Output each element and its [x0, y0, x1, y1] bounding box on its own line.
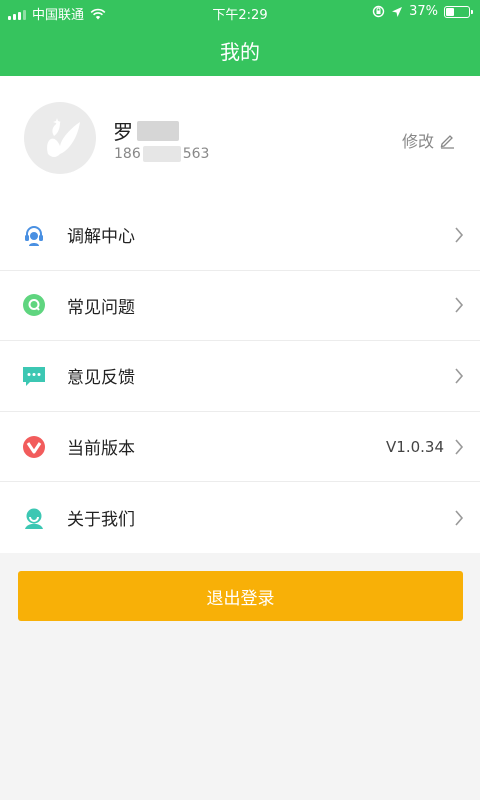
- chat-icon: [23, 366, 45, 386]
- about-icon: [25, 508, 43, 529]
- menu-item-feedback[interactable]: 意见反馈: [0, 341, 480, 412]
- app-header: 中国联通 下午2:29 37% 我的: [0, 0, 480, 76]
- masked-phone: [142, 146, 181, 162]
- version-icon: [23, 435, 45, 458]
- chevron-right-icon: [455, 297, 464, 313]
- logout-button[interactable]: 退出登录: [18, 571, 463, 621]
- leaf-logo-icon: [47, 118, 80, 157]
- menu-item-mediation-center[interactable]: 调解中心: [0, 200, 480, 271]
- version-value: V1.0.34: [386, 437, 444, 456]
- rotation-lock-icon: [372, 5, 385, 18]
- chevron-right-icon: [455, 510, 464, 526]
- battery-icon: [444, 5, 473, 18]
- question-icon: [23, 294, 45, 317]
- avatar[interactable]: [24, 102, 96, 174]
- pencil-icon: [440, 135, 454, 149]
- user-name: 罗: [113, 116, 179, 145]
- headset-icon: [25, 225, 43, 246]
- chevron-right-icon: [455, 439, 464, 455]
- menu-item-version[interactable]: 当前版本 V1.0.34: [0, 412, 480, 483]
- battery-percent: 37%: [409, 4, 438, 19]
- chevron-right-icon: [455, 227, 464, 243]
- location-icon: [392, 6, 403, 17]
- menu-item-faq[interactable]: 常见问题: [0, 271, 480, 342]
- edit-label: 修改: [401, 132, 434, 151]
- page-title: 我的: [220, 40, 260, 64]
- chevron-right-icon: [455, 368, 464, 384]
- menu-list: 调解中心 常见问题 意见反馈 当前版本 V1.0.34 关于我们: [0, 200, 480, 553]
- menu-item-about-us[interactable]: 关于我们: [0, 482, 480, 553]
- user-phone: 186 563: [114, 146, 210, 162]
- status-bar: 中国联通 下午2:29 37%: [0, 0, 480, 24]
- edit-profile-button[interactable]: 修改: [402, 128, 456, 152]
- profile-card[interactable]: 罗 186 563 修改: [0, 76, 480, 200]
- masked-name: [137, 120, 179, 141]
